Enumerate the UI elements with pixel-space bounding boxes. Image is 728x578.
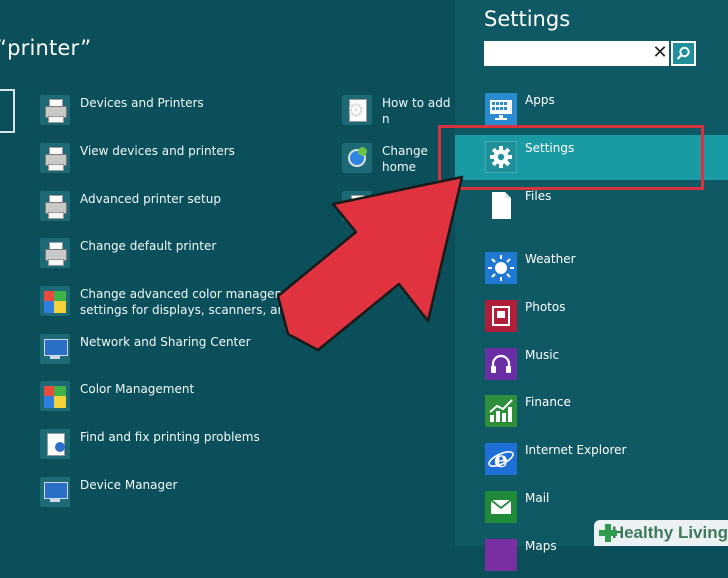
- apps-icon: [485, 93, 517, 125]
- pane-app-music[interactable]: Music: [455, 342, 728, 387]
- pane-app-internet-explorer[interactable]: e Internet Explorer: [455, 437, 728, 482]
- result-change-homegroup[interactable]: Change home: [342, 143, 455, 179]
- network-icon: [40, 334, 70, 364]
- gear-icon: [484, 140, 518, 174]
- color-management-icon: [40, 381, 70, 411]
- internet-explorer-icon: e: [485, 443, 517, 475]
- pane-category-settings[interactable]: Settings: [455, 135, 728, 180]
- mail-icon: [485, 491, 517, 523]
- weather-icon: [485, 252, 517, 284]
- result-find-and-fix-printing-problems[interactable]: Find and fix printing problems: [40, 429, 260, 465]
- printer-icon: [342, 191, 372, 221]
- close-icon[interactable]: ✕: [651, 42, 669, 65]
- device-manager-icon: [40, 477, 70, 507]
- result-label: Color Management: [80, 382, 195, 396]
- printer-icon: [40, 238, 70, 268]
- result-label: •: [382, 192, 390, 206]
- result-label: Device Manager: [80, 478, 178, 492]
- watermark-text: Healthy Living: [611, 523, 728, 542]
- result-label: How to add n: [382, 96, 451, 126]
- printer-icon: [40, 95, 70, 125]
- pane-app-finance[interactable]: Finance: [455, 389, 728, 434]
- search-query-title: “printer”: [0, 36, 92, 60]
- pane-title: Settings: [484, 7, 571, 31]
- search-button[interactable]: [671, 41, 696, 66]
- file-icon: [485, 189, 517, 221]
- search-input[interactable]: [484, 41, 669, 66]
- maps-icon: [485, 539, 517, 571]
- result-label: View devices and printers: [80, 144, 235, 158]
- search-results-area: “printer” Devices and Printers View devi…: [0, 0, 455, 546]
- result-label: Network and Sharing Center: [80, 335, 251, 349]
- pane-category-label: Files: [525, 189, 552, 203]
- result-change-default-printer[interactable]: Change default printer: [40, 238, 216, 274]
- result-view-devices-and-printers[interactable]: View devices and printers: [40, 143, 235, 179]
- watermark-logo: Healthy Living: [594, 520, 728, 546]
- finance-icon: [485, 395, 517, 427]
- partial-result-tile[interactable]: [0, 89, 15, 133]
- pane-app-label: Music: [525, 348, 560, 362]
- result-label: Devices and Printers: [80, 96, 204, 110]
- pane-category-apps[interactable]: Apps: [455, 87, 728, 132]
- result-label: Change default printer: [80, 239, 217, 253]
- music-icon: [485, 348, 517, 380]
- pane-app-label: Maps: [525, 539, 557, 553]
- pane-app-label: Finance: [525, 395, 571, 409]
- printer-icon: [40, 143, 70, 173]
- result-change-advanced-color-management[interactable]: Change advanced color management setting…: [40, 286, 320, 322]
- pane-app-label: Weather: [525, 252, 576, 266]
- result-device-manager[interactable]: Device Manager: [40, 477, 177, 513]
- search-icon: [676, 46, 690, 60]
- pane-app-label: Mail: [525, 491, 550, 505]
- result-how-to-add[interactable]: ⚙ How to add n: [342, 95, 455, 131]
- result-advanced-printer-setup[interactable]: Advanced printer setup: [40, 191, 221, 227]
- result-label: Find and fix printing problems: [80, 430, 260, 444]
- pane-category-label: Settings: [525, 141, 575, 155]
- pane-app-weather[interactable]: Weather: [455, 246, 728, 291]
- pane-app-photos[interactable]: Photos: [455, 294, 728, 339]
- troubleshoot-icon: [40, 429, 70, 459]
- pane-category-files[interactable]: Files: [455, 183, 728, 228]
- result-network-and-sharing-center[interactable]: Network and Sharing Center: [40, 334, 251, 370]
- svg-text:e: e: [494, 447, 508, 473]
- result-devices-and-printers[interactable]: Devices and Printers: [40, 95, 204, 131]
- color-management-icon: [40, 286, 70, 316]
- pane-app-label: Internet Explorer: [525, 443, 627, 457]
- result-color-management[interactable]: Color Management: [40, 381, 194, 417]
- result-label: Advanced printer setup: [80, 192, 221, 206]
- pane-category-label: Apps: [525, 93, 555, 107]
- pane-app-label: Photos: [525, 300, 566, 314]
- result-label: Change advanced color management setting…: [80, 287, 320, 317]
- homegroup-icon: [342, 143, 372, 173]
- result-label: Change home: [382, 144, 428, 174]
- search-charm-pane: Settings ✕ Apps Settings Files Weather P…: [455, 0, 728, 571]
- result-hidden[interactable]: •: [342, 191, 389, 227]
- gear-doc-icon: ⚙: [342, 95, 372, 125]
- photos-icon: [485, 300, 517, 332]
- plus-icon: [599, 524, 617, 542]
- printer-icon: [40, 191, 70, 221]
